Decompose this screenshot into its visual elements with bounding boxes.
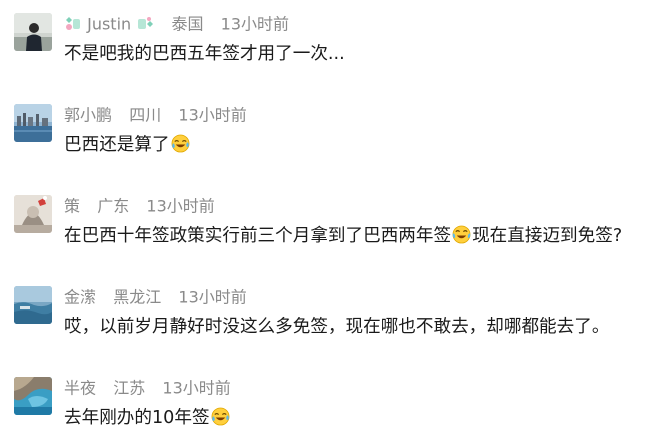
comment-time: 13小时前	[146, 196, 215, 216]
comment-item: Justin 泰国 13小时前 不是吧我的巴西五年签才用了一次...	[0, 13, 667, 73]
comment-time: 13小时前	[178, 287, 247, 307]
comment-item: 半夜 江苏 13小时前 去年刚办的10年签	[0, 377, 667, 437]
user-decoration-right-icon	[138, 17, 154, 29]
username[interactable]: 策	[64, 197, 80, 216]
comment-meta: Justin 泰国 13小时前	[64, 13, 289, 35]
laughing-crying-emoji-icon	[211, 407, 229, 426]
user-location: 广东	[97, 196, 130, 216]
username[interactable]: 金潆	[64, 288, 96, 307]
comment-text-part: 巴西还是算了	[64, 135, 170, 155]
username[interactable]: 半夜	[64, 379, 96, 398]
comment-text-part: 去年刚办的10年签	[64, 408, 210, 428]
comment-item: 策 广东 13小时前 在巴西十年签政策实行前三个月拿到了巴西两年签 现在直接迈到…	[0, 195, 667, 255]
comment-text: 在巴西十年签政策实行前三个月拿到了巴西两年签 现在直接迈到免签?	[64, 223, 622, 249]
comment-text-part: 不是吧我的巴西五年签才用了一次...	[64, 44, 345, 64]
avatar[interactable]	[14, 286, 52, 324]
comment-time: 13小时前	[220, 14, 290, 34]
username[interactable]: Justin	[87, 15, 131, 34]
comment-meta: 策 广东 13小时前	[64, 195, 215, 217]
user-location: 黑龙江	[113, 287, 162, 307]
comment-meta: 金潆 黑龙江 13小时前	[64, 286, 247, 308]
avatar[interactable]	[14, 377, 52, 415]
comment-text: 去年刚办的10年签	[64, 405, 231, 431]
comment-text: 不是吧我的巴西五年签才用了一次...	[64, 41, 345, 67]
comment-text-part: 哎，以前岁月静好时没这么多免签，现在哪也不敢去，却哪都能去了。	[64, 317, 610, 337]
comment-meta: 半夜 江苏 13小时前	[64, 377, 231, 399]
tears-of-joy-emoji-icon	[452, 225, 471, 244]
comment-time: 13小时前	[178, 105, 247, 125]
comment-text-part: 在巴西十年签政策实行前三个月拿到了巴西两年签	[64, 226, 452, 246]
comment-text: 巴西还是算了	[64, 132, 191, 158]
comment-time: 13小时前	[162, 378, 231, 398]
username[interactable]: 郭小鹏	[64, 106, 112, 125]
comment-text: 哎，以前岁月静好时没这么多免签，现在哪也不敢去，却哪都能去了。	[64, 314, 609, 340]
user-decoration-left-icon	[66, 17, 80, 30]
avatar[interactable]	[14, 13, 52, 51]
comment-item: 郭小鹏 四川 13小时前 巴西还是算了	[0, 104, 667, 164]
user-location: 泰国	[171, 14, 204, 34]
user-location: 四川	[129, 105, 162, 125]
comment-meta: 郭小鹏 四川 13小时前	[64, 104, 247, 126]
avatar[interactable]	[14, 104, 52, 142]
comment-text-part: 现在直接迈到免签?	[472, 226, 623, 246]
comment-item: 金潆 黑龙江 13小时前 哎，以前岁月静好时没这么多免签，现在哪也不敢去，却哪都…	[0, 286, 667, 346]
user-location: 江苏	[113, 378, 146, 398]
avatar[interactable]	[14, 195, 52, 233]
laughing-crying-emoji-icon	[171, 134, 190, 153]
